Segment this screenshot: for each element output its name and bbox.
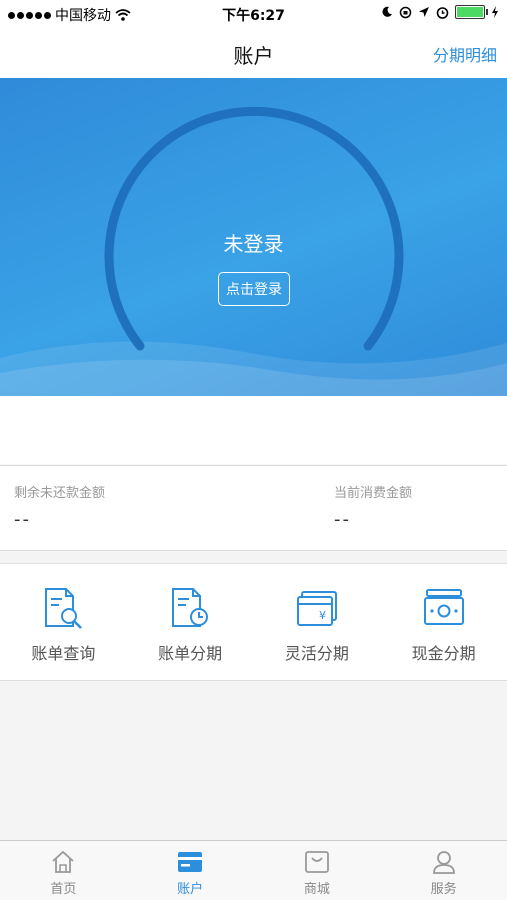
wallet-icon: [178, 852, 203, 872]
charging-icon: [492, 6, 498, 18]
moon-icon: [382, 6, 392, 17]
installment-details-link[interactable]: 分期明细: [433, 42, 497, 66]
tab-label: 服务: [430, 882, 457, 897]
login-button[interactable]: 点击登录: [218, 272, 290, 306]
service-label: 现金分期: [411, 644, 476, 663]
nav-bar: 账户 分期明细: [0, 28, 507, 78]
login-status: 未登录: [223, 232, 284, 256]
tab-label: 账户: [177, 882, 204, 897]
service-bill-installment[interactable]: 账单分期: [127, 564, 254, 680]
remaining-amount-label: 剩余未还款金额: [14, 486, 106, 501]
tab-bar: 首页 账户 商城 服务: [0, 840, 507, 900]
tab-label: 商城: [303, 882, 330, 897]
shopping-bag-icon: [304, 851, 329, 873]
hero-spacer: [0, 396, 507, 464]
location-icon: [419, 7, 429, 17]
tab-mall[interactable]: 商城: [254, 841, 381, 900]
tab-label: 首页: [50, 882, 77, 897]
service-bill-query[interactable]: 账单查询: [0, 564, 127, 680]
status-right: [381, 5, 499, 19]
status-bar: 中国移动 下午6:27: [0, 0, 507, 28]
account-hero: 未登录 点击登录: [0, 78, 507, 396]
remaining-amount-value: --: [14, 509, 31, 530]
amounts-panel: 剩余未还款金额 -- 当前消费金额 --: [0, 465, 507, 551]
service-cash-installment[interactable]: 现金分期: [380, 564, 507, 680]
user-icon: [432, 851, 455, 874]
yen-card-icon: ¥: [296, 591, 337, 626]
service-label: 账单查询: [31, 644, 96, 663]
current-spend: 当前消费金额 --: [334, 482, 412, 530]
service-flexible-installment[interactable]: ¥ 灵活分期: [254, 564, 381, 680]
tab-home[interactable]: 首页: [0, 841, 127, 900]
battery-icon: [455, 5, 488, 19]
remaining-amount: 剩余未还款金额 --: [14, 482, 105, 530]
service-label: 灵活分期: [284, 644, 349, 663]
bill-clock-icon: [172, 588, 209, 627]
current-spend-label: 当前消费金额: [334, 486, 413, 501]
rotation-lock-icon: [399, 6, 412, 18]
tab-service[interactable]: 服务: [380, 841, 507, 900]
svg-text:¥: ¥: [319, 609, 326, 622]
tab-account[interactable]: 账户: [127, 841, 254, 900]
current-spend-value: --: [334, 509, 351, 530]
cash-icon: [423, 589, 464, 625]
page-title: 账户: [233, 44, 274, 68]
service-grid: 账单查询 账单分期 ¥ 灵活分期 现金分期: [0, 563, 507, 681]
service-label: 账单分期: [158, 644, 223, 663]
bill-search-icon: [45, 588, 83, 629]
home-icon: [52, 850, 74, 873]
alarm-icon: [436, 6, 449, 19]
